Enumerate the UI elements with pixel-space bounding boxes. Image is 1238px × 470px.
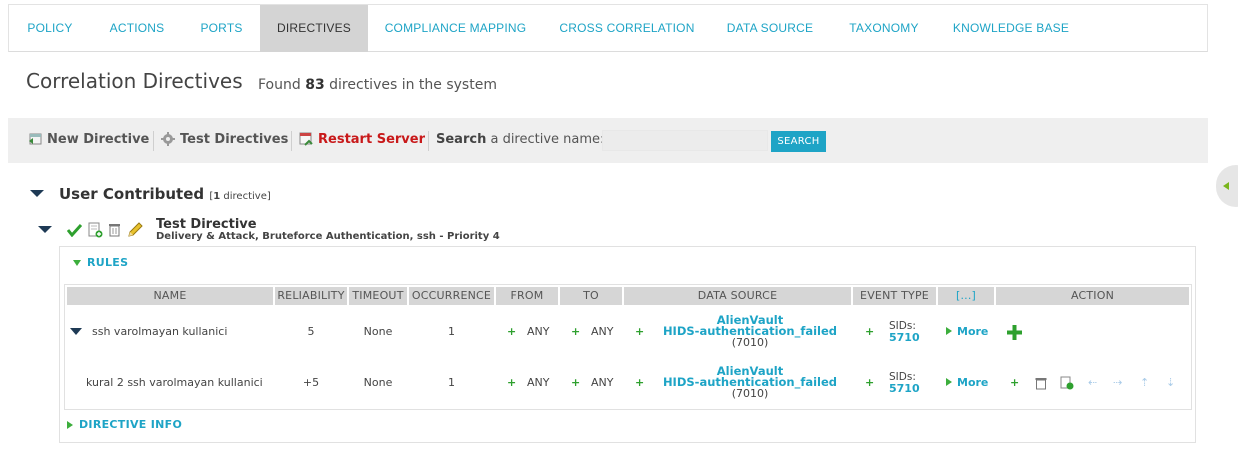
add-data-source-icon[interactable]: + — [635, 325, 644, 338]
directive-name[interactable]: Test Directive — [156, 217, 257, 232]
rule-from[interactable]: ANY — [527, 376, 549, 389]
add-event-type-icon[interactable]: + — [865, 325, 874, 338]
test-directives-button[interactable]: Test Directives — [161, 118, 288, 163]
col-event-type: EVENT TYPE — [853, 287, 936, 305]
delete-rule-icon[interactable] — [1035, 377, 1047, 390]
directive-count: 83 — [305, 77, 325, 93]
rule-occurrence[interactable]: 1 — [409, 325, 494, 338]
tab-taxonomy[interactable]: TAXONOMY — [829, 5, 939, 52]
col-reliability: RELIABILITY — [275, 287, 347, 305]
collapse-directive-icon[interactable] — [38, 226, 52, 233]
add-subrule-icon[interactable]: + — [1010, 376, 1019, 389]
more-arrow-icon — [946, 378, 952, 386]
delete-directive-icon[interactable] — [108, 222, 121, 237]
collapse-group-icon[interactable] — [30, 190, 44, 197]
new-directive-icon — [29, 133, 42, 144]
expanded-arrow-icon — [73, 260, 81, 266]
more-link[interactable]: More — [946, 325, 988, 338]
tab-compliance-mapping[interactable]: COMPLIANCE MAPPING — [368, 5, 543, 52]
enabled-check-icon[interactable] — [67, 223, 82, 237]
move-down-icon[interactable]: ⇣ — [1166, 376, 1175, 389]
col-to: TO — [560, 287, 622, 305]
add-rule-icon[interactable] — [1007, 325, 1022, 340]
tab-directives[interactable]: DIRECTIVES — [260, 5, 368, 52]
add-from-icon[interactable]: + — [507, 325, 516, 338]
group-title: User Contributed [1 directive] — [59, 185, 271, 203]
add-to-icon[interactable]: + — [571, 325, 580, 338]
toolbar-divider — [153, 131, 154, 151]
rule-occurrence[interactable]: 1 — [409, 376, 494, 389]
add-from-icon[interactable]: + — [507, 376, 516, 389]
clone-rule-icon[interactable] — [1060, 376, 1074, 390]
move-up-icon[interactable]: ⇡ — [1140, 376, 1149, 389]
side-panel-tab[interactable] — [1216, 165, 1238, 207]
edit-pencil-icon[interactable] — [127, 222, 143, 238]
tab-actions[interactable]: ACTIONS — [91, 5, 183, 52]
rule-event-type[interactable]: SIDs: 5710 — [889, 371, 920, 395]
rule-from[interactable]: ANY — [527, 325, 549, 338]
search-label: Search a directive name: — [436, 132, 605, 147]
rule-name[interactable]: kural 2 ssh varolmayan kullanici — [86, 376, 263, 389]
arrow-left-icon — [1223, 182, 1229, 190]
directive-info-toggle[interactable]: DIRECTIVE INFO — [67, 418, 182, 431]
tab-knowledge-base[interactable]: KNOWLEDGE BASE — [939, 5, 1083, 52]
collapse-rule-icon[interactable] — [70, 328, 82, 335]
restart-server-button[interactable]: Restart Server — [299, 118, 425, 163]
top-nav: POLICY ACTIONS PORTS DIRECTIVES COMPLIAN… — [8, 4, 1208, 52]
search-button[interactable]: SEARCH — [771, 131, 826, 152]
restart-icon — [299, 132, 313, 146]
toolbar-divider — [291, 131, 292, 151]
col-expand-link[interactable]: [...] — [938, 287, 994, 305]
rule-to[interactable]: ANY — [591, 325, 613, 338]
page-title: Correlation Directives — [26, 69, 243, 93]
collapsed-arrow-icon — [67, 421, 73, 429]
rule-timeout[interactable]: None — [349, 376, 407, 389]
rules-toggle[interactable]: RULES — [73, 256, 128, 269]
toolbar-divider — [428, 131, 429, 151]
col-name: NAME — [67, 287, 273, 305]
new-directive-button[interactable]: New Directive — [28, 118, 149, 163]
rule-reliability[interactable]: 5 — [275, 325, 347, 338]
move-right-icon[interactable]: ⇢ — [1113, 376, 1122, 389]
tab-cross-correlation[interactable]: CROSS CORRELATION — [543, 5, 711, 52]
add-to-icon[interactable]: + — [571, 376, 580, 389]
rule-data-source[interactable]: AlienVault HIDS-authentication_failed (7… — [650, 314, 850, 348]
rule-name[interactable]: ssh varolmayan kullanici — [92, 325, 227, 338]
toolbar: New Directive Test Directives Restart Se… — [8, 118, 1208, 163]
more-link[interactable]: More — [946, 376, 988, 389]
directive-search-input[interactable] — [602, 130, 768, 151]
rule-to[interactable]: ANY — [591, 376, 613, 389]
col-occurrence: OCCURRENCE — [409, 287, 494, 305]
group-count: [1 directive] — [209, 191, 271, 202]
directive-subtitle: Delivery & Attack, Bruteforce Authentica… — [156, 231, 500, 242]
tab-policy[interactable]: POLICY — [9, 5, 91, 52]
rule-reliability[interactable]: +5 — [275, 376, 347, 389]
clone-directive-icon[interactable] — [88, 222, 103, 238]
col-from: FROM — [496, 287, 558, 305]
rule-data-source[interactable]: AlienVault HIDS-authentication_failed (7… — [650, 365, 850, 399]
more-arrow-icon — [946, 327, 952, 335]
tab-ports[interactable]: PORTS — [183, 5, 260, 52]
directive-count-text: Found 83 directives in the system — [258, 77, 497, 93]
col-timeout: TIMEOUT — [349, 287, 407, 305]
add-data-source-icon[interactable]: + — [635, 376, 644, 389]
col-action: ACTION — [996, 287, 1189, 305]
col-data-source: DATA SOURCE — [624, 287, 851, 305]
gear-icon — [161, 131, 175, 146]
add-event-type-icon[interactable]: + — [865, 376, 874, 389]
rule-event-type[interactable]: SIDs: 5710 — [889, 320, 920, 344]
tab-data-source[interactable]: DATA SOURCE — [711, 5, 829, 52]
move-left-icon[interactable]: ⇠ — [1088, 376, 1097, 389]
rule-timeout[interactable]: None — [349, 325, 407, 338]
